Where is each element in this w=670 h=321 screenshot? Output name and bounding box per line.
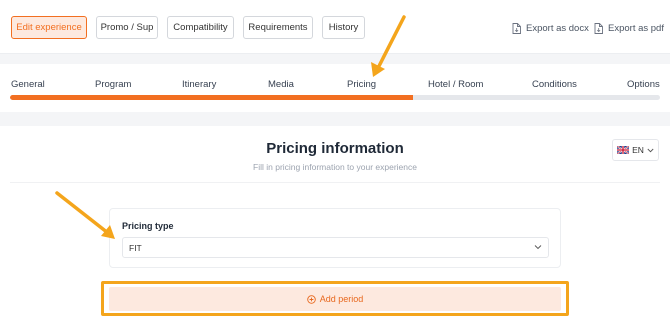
pricing-type-select[interactable]: FIT: [122, 237, 549, 258]
tab-itinerary[interactable]: Itinerary: [182, 79, 216, 90]
add-period-label: Add period: [319, 294, 364, 304]
compatibility-button[interactable]: Compatibility: [167, 16, 234, 39]
pricing-panel: Pricing information Fill in pricing info…: [0, 126, 670, 321]
chevron-down-icon: [647, 148, 654, 152]
document-icon: [512, 22, 521, 34]
divider: [10, 182, 660, 183]
progress-track: [10, 95, 660, 100]
step-tabs: General Program Itinerary Media Pricing …: [0, 64, 670, 112]
plus-circle-icon: [306, 294, 316, 304]
tab-general[interactable]: General: [11, 79, 45, 90]
page-title: Pricing information: [266, 140, 404, 157]
add-period-button[interactable]: Add period: [109, 287, 561, 311]
tab-hotel-room[interactable]: Hotel / Room: [428, 79, 483, 90]
tab-pricing[interactable]: Pricing: [347, 79, 376, 90]
edit-experience-button[interactable]: Edit experience: [11, 16, 87, 39]
export-pdf-label: Export as pdf: [608, 22, 664, 34]
export-pdf-button[interactable]: Export as pdf: [594, 20, 664, 36]
pricing-type-label: Pricing type: [122, 221, 174, 231]
progress-fill: [10, 95, 413, 100]
history-button[interactable]: History: [322, 16, 365, 39]
uk-flag-icon: [617, 146, 630, 154]
requirements-button[interactable]: Requirements: [243, 16, 313, 39]
promo-sup-button[interactable]: Promo / Sup: [96, 16, 158, 39]
language-selector[interactable]: EN: [612, 139, 659, 161]
export-docx-label: Export as docx: [526, 22, 589, 34]
export-docx-button[interactable]: Export as docx: [512, 20, 589, 36]
tab-conditions[interactable]: Conditions: [532, 79, 577, 90]
page-subtitle: Fill in pricing information to your expe…: [253, 162, 417, 172]
chevron-down-icon: [534, 245, 542, 250]
tab-media[interactable]: Media: [268, 79, 294, 90]
pricing-type-value: FIT: [129, 243, 142, 253]
tab-program[interactable]: Program: [95, 79, 131, 90]
top-toolbar: Edit experience Promo / Sup Compatibilit…: [0, 0, 670, 54]
document-icon: [594, 22, 603, 34]
tab-options[interactable]: Options: [627, 79, 660, 90]
language-label: EN: [632, 145, 644, 155]
pricing-type-card: Pricing type FIT: [109, 208, 561, 268]
